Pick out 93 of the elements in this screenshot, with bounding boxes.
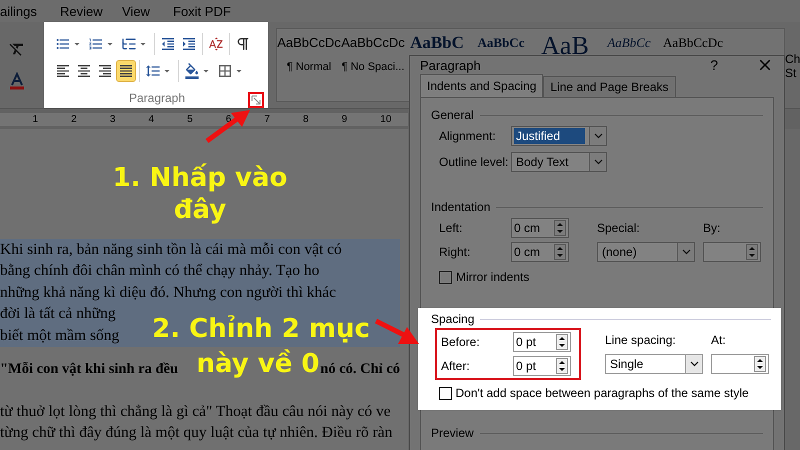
alignment-dropdown[interactable]: Justified (511, 126, 607, 146)
sort-icon (208, 36, 224, 52)
font-color-icon[interactable] (8, 72, 26, 90)
checkbox[interactable] (439, 386, 452, 400)
document-text: từ thuở lọt lòng thì chẳng là gì cả" Thoạt đầu câu nói này có ve (0, 402, 391, 421)
document-text: biết một mầm sống (0, 326, 120, 345)
dialog-launcher-icon (251, 95, 261, 105)
pointer-arrow (206, 110, 250, 144)
border-grid-icon (217, 62, 233, 79)
group-label: Paragraph (128, 91, 186, 106)
section-heading: General (431, 108, 474, 122)
line-spacing-dropdown[interactable]: Single (605, 354, 703, 374)
style-item[interactable]: AaBbCcDc (661, 31, 725, 51)
document-text: bằng chính đôi chân mình có thể chạy nhảy. Tạo ho (0, 262, 320, 280)
field-label: After: (441, 359, 471, 373)
document-text: "Mỗi con vật khi sinh ra đều (0, 360, 178, 378)
menu-tab[interactable]: View (122, 4, 173, 18)
document-text: nó có. Chỉ có (320, 360, 400, 378)
justify-button[interactable] (116, 60, 136, 82)
chevron-down-icon (594, 133, 602, 139)
ruler-number: 9 (342, 114, 348, 124)
style-item[interactable]: AaBbCcDc ¶ Normal (277, 31, 341, 73)
multilevel-list-icon (121, 36, 137, 52)
field-label: Before: (441, 335, 481, 349)
field-label: Special: (597, 221, 641, 235)
ruler-number: 4 (148, 114, 154, 124)
style-item[interactable]: AaBbCc (597, 31, 661, 51)
spin-arrows-icon[interactable] (556, 334, 568, 350)
chevron-down-icon (690, 361, 698, 367)
checkbox-label: Don't add space between paragraphs of the same style (456, 386, 750, 400)
field-label: By: (703, 221, 722, 235)
ruler-number: 3 (110, 114, 116, 124)
after-spacing-field[interactable]: 0 pt (513, 356, 571, 376)
before-spacing-field[interactable]: 0 pt (513, 332, 571, 352)
ruler-number: 7 (264, 114, 270, 124)
dialog-tab[interactable]: Indents and Spacing (420, 74, 544, 97)
section-heading: Spacing (431, 312, 474, 326)
pilcrow-icon (235, 36, 251, 52)
right-indent-field[interactable]: 0 cm (511, 242, 569, 262)
menu-tab[interactable]: ailings (0, 4, 60, 18)
field-label: Outline level: (439, 155, 510, 169)
ruler-number: 10 (380, 114, 392, 124)
decrease-indent-icon (160, 36, 176, 52)
justify-icon (118, 62, 134, 79)
checkbox-label: Mirror indents (456, 270, 530, 284)
dialog-title: Paragraph (420, 58, 482, 72)
menu-tab[interactable]: Review (60, 4, 122, 18)
annotation-text: 1. Nhấp vào đây (112, 162, 288, 226)
change-styles-button[interactable]: Ch St (785, 22, 800, 108)
section-heading: Indentation (431, 200, 490, 214)
section-heading: Preview (431, 426, 474, 440)
help-button[interactable]: ? (710, 57, 718, 73)
document-text: Khi sinh ra, bản năng sinh tồn là cái mà mỗi con vật có (0, 240, 342, 259)
dialog-launcher-button[interactable] (251, 95, 261, 105)
increase-indent-icon (181, 36, 197, 52)
left-indent-field[interactable]: 0 cm (511, 218, 569, 238)
spin-arrows-icon[interactable] (556, 358, 568, 374)
align-left-icon (55, 62, 71, 79)
field-label: At: (711, 333, 727, 347)
at-field[interactable] (711, 354, 769, 374)
annotation-text: 2. Chỉnh 2 mục (151, 313, 371, 345)
special-dropdown[interactable]: (none) (597, 242, 695, 262)
style-item[interactable]: AaBbCcDc ¶ No Spaci... (341, 31, 405, 73)
document-text: những khả năng kì diệu đó. Nhưng con người thì khác (0, 284, 336, 302)
ruler-number: 5 (187, 114, 193, 124)
field-label: Alignment: (439, 129, 497, 143)
field-label: Line spacing: (605, 333, 677, 347)
align-right-icon (97, 62, 113, 79)
numbered-list-icon (88, 36, 104, 52)
chevron-down-icon (594, 159, 602, 165)
checkbox[interactable] (439, 270, 452, 284)
ruler-number: 8 (303, 114, 309, 124)
menu-tab[interactable]: Foxit PDF (173, 4, 273, 18)
style-item[interactable]: AaB (533, 31, 597, 57)
dialog-tab[interactable]: Line and Page Breaks (543, 76, 676, 97)
document-text: đời là tất cả những (0, 305, 116, 324)
document-text: từng chữ thì đây đúng là một quy luật của tự nhiên. Điều rõ ràn (0, 424, 392, 442)
chevron-down-icon (682, 249, 690, 255)
by-field[interactable] (703, 242, 761, 262)
field-label: Left: (439, 221, 464, 235)
pointer-arrow (374, 318, 419, 344)
style-item[interactable]: AaBbC (405, 31, 469, 51)
style-item[interactable]: AaBbCc (469, 31, 533, 51)
outline-level-dropdown[interactable]: Body Text (511, 152, 607, 172)
annotation-text: này về 0 (196, 348, 320, 380)
field-label: Right: (439, 245, 472, 259)
paint-bucket-icon (184, 62, 200, 79)
ruler-number: 6 (226, 114, 232, 124)
line-spacing-icon (145, 62, 161, 79)
ruler-number: 1 (32, 114, 38, 124)
align-center-icon (76, 62, 92, 79)
spin-arrows-icon[interactable] (754, 356, 766, 372)
ruler-number: 2 (71, 114, 77, 124)
